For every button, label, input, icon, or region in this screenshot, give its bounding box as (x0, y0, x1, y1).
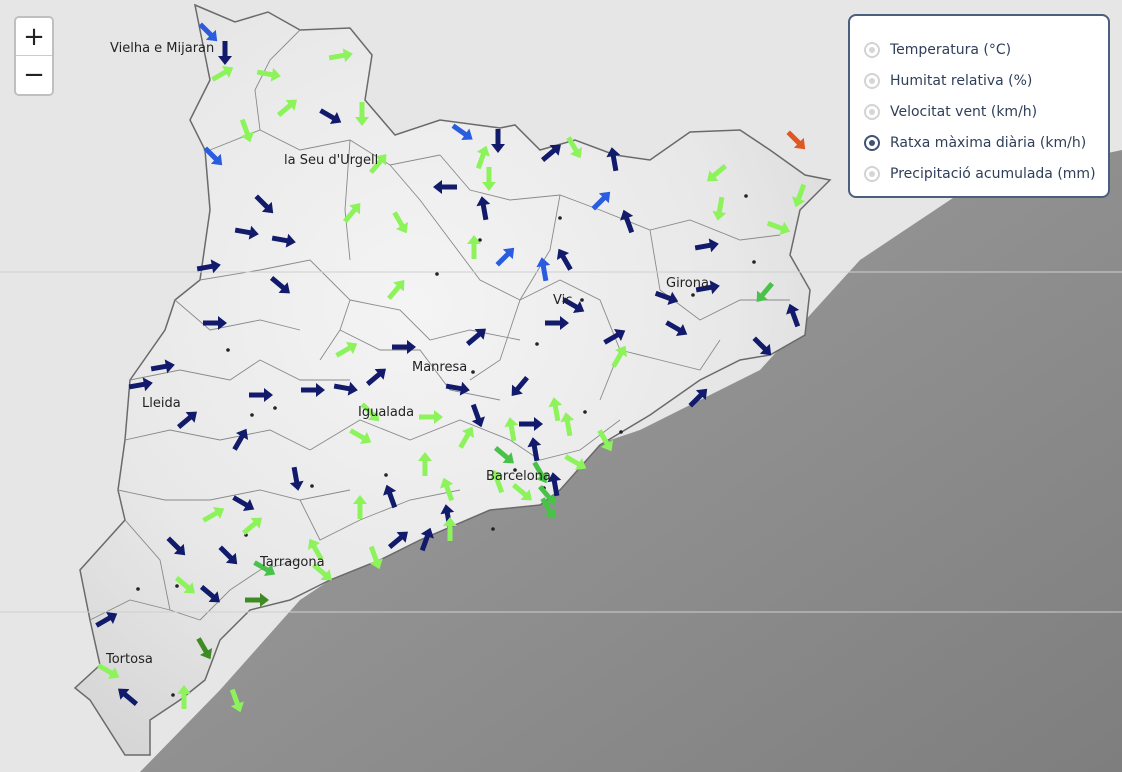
city-label-igualada: Igualada (358, 405, 414, 420)
layer-label: Ratxa màxima diària (km/h) (890, 134, 1087, 151)
layer-label: Temperatura (°C) (890, 41, 1012, 58)
zoom-control: + − (14, 16, 54, 96)
layer-option-max-gust[interactable]: Ratxa màxima diària (km/h) (864, 127, 1108, 158)
station-dot (384, 473, 388, 477)
city-label-tarragona: Tarragona (259, 555, 325, 570)
station-dot (491, 527, 495, 531)
zoom-out-button[interactable]: − (16, 56, 52, 94)
city-label-barcelona: Barcelona (486, 469, 551, 484)
station-dot (580, 298, 584, 302)
radio-button[interactable] (864, 103, 880, 120)
radio-button[interactable] (864, 165, 880, 182)
station-dot (175, 584, 179, 588)
layer-label: Humitat relativa (%) (890, 72, 1033, 89)
radio-button[interactable] (864, 72, 880, 89)
radio-button[interactable] (864, 41, 880, 58)
station-dot (558, 216, 562, 220)
radio-button[interactable] (864, 134, 880, 151)
station-dot (226, 348, 230, 352)
layer-option-precipitation[interactable]: Precipitació acumulada (mm) (864, 158, 1108, 189)
layer-option-wind-speed[interactable]: Velocitat vent (km/h) (864, 96, 1108, 127)
station-dot (535, 342, 539, 346)
layer-label: Velocitat vent (km/h) (890, 103, 1038, 120)
city-label-seu-urgell: la Seu d'Urgell (284, 153, 378, 168)
station-dot (752, 260, 756, 264)
station-dot (310, 484, 314, 488)
city-label-girona: Girona (666, 276, 709, 291)
station-dot (583, 410, 587, 414)
station-dot (273, 406, 277, 410)
station-dot (619, 430, 623, 434)
city-label-tortosa: Tortosa (105, 652, 153, 667)
layer-label: Precipitació acumulada (mm) (890, 165, 1096, 182)
station-dot (435, 272, 439, 276)
layer-option-humidity[interactable]: Humitat relativa (%) (864, 65, 1108, 96)
station-dot (250, 413, 254, 417)
layer-option-temperature[interactable]: Temperatura (°C) (864, 34, 1108, 65)
zoom-in-button[interactable]: + (16, 18, 52, 56)
station-dot (471, 370, 475, 374)
station-dot (171, 693, 175, 697)
city-label-lleida: Lleida (142, 396, 181, 411)
city-label-manresa: Manresa (412, 360, 467, 375)
station-dot (691, 293, 695, 297)
city-label-vielha: Vielha e Mijaran (110, 41, 214, 56)
city-label-vic: Vic (553, 293, 572, 308)
station-dot (136, 587, 140, 591)
layer-selector: Temperatura (°C) Humitat relativa (%) Ve… (848, 14, 1110, 198)
station-dot (744, 194, 748, 198)
